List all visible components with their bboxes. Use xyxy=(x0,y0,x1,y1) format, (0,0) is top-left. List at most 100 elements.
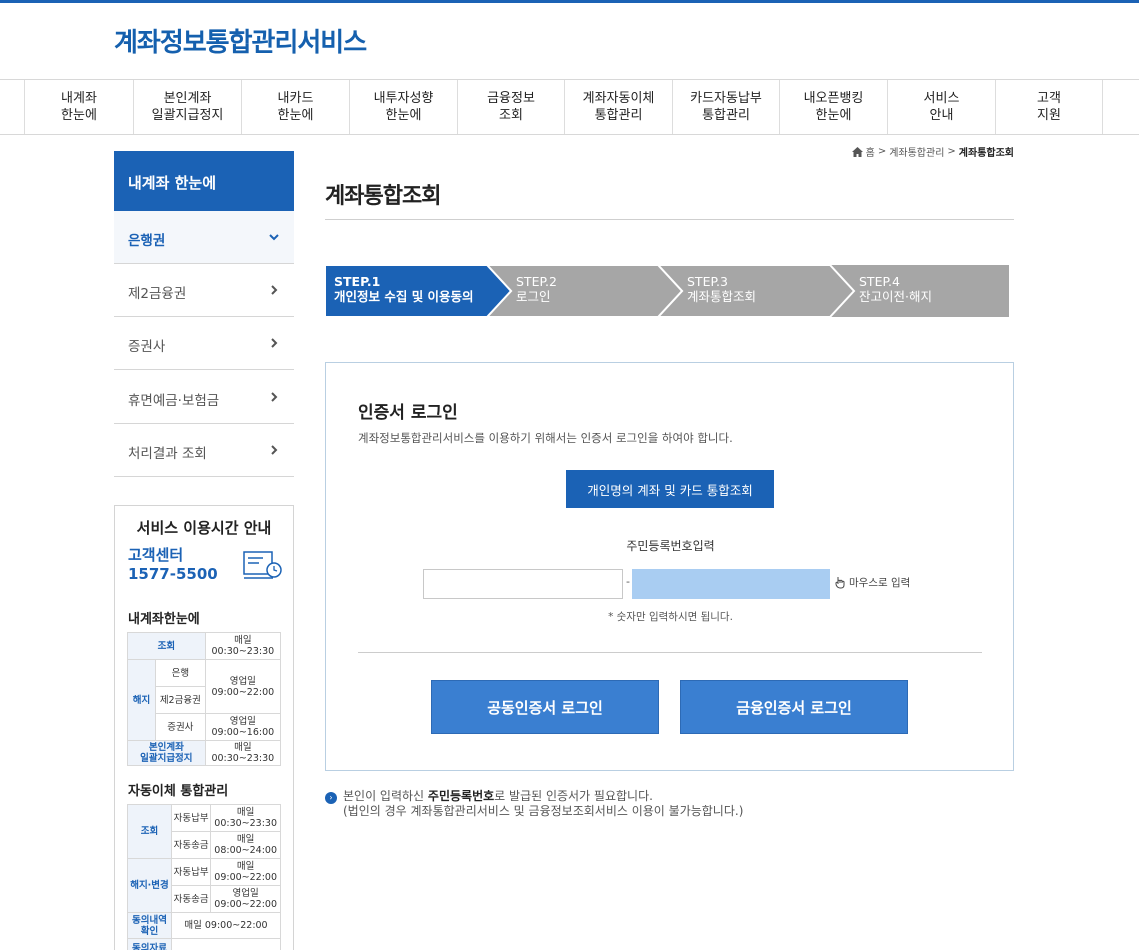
cell-auto-pay2: 자동납부 xyxy=(170,858,212,886)
cell-change: 해지·변경 xyxy=(127,858,172,913)
cell-auto-send2: 자동송금 xyxy=(170,885,212,913)
breadcrumb-current: 계좌통합조회 xyxy=(958,148,1014,159)
mouse-pointer-icon xyxy=(835,577,845,589)
step-1: STEP.1 개인정보 수집 및 이용동의 xyxy=(334,274,474,304)
cell-lookup-time: 매일 00:30~23:30 xyxy=(204,632,282,660)
rrn-note: * 숫자만 입력하시면 됩니다. xyxy=(608,611,733,623)
lnb-item-label: 은행권 xyxy=(128,233,166,249)
chevron-right-icon xyxy=(271,392,278,402)
chevron-right-icon xyxy=(271,445,278,455)
mouse-input-label: 마우스로 입력 xyxy=(849,577,911,589)
lnb-item-dormant[interactable]: 휴면예금·보험금 xyxy=(114,371,294,424)
notice-bold: 주민등록번호 xyxy=(427,789,495,803)
lnb-item-second-tier[interactable]: 제2금융권 xyxy=(114,264,294,317)
chevron-right-icon xyxy=(271,338,278,348)
cell-weekday-time: 영업일 09:00~22:00 xyxy=(204,659,282,714)
step-indicator: STEP.1 개인정보 수집 및 이용동의 STEP.2 로그인 STEP.3 … xyxy=(325,265,1009,317)
cell-auto-pay-time: 매일 00:30~23:30 xyxy=(210,804,281,832)
customer-center-label: 고객센터 xyxy=(128,546,184,564)
breadcrumb-home[interactable]: 홈 xyxy=(866,144,875,159)
breadcrumb-level1[interactable]: 계좌통합관리 xyxy=(889,144,944,159)
breadcrumb: 홈 > 계좌통합관리 > 계좌통합조회 xyxy=(851,144,1014,159)
section-title-accounts: 내계좌한눈에 xyxy=(128,612,200,627)
chevron-down-icon xyxy=(269,234,279,241)
joint-cert-login-button[interactable]: 공동인증서 로그인 xyxy=(431,680,659,734)
step-4: STEP.4 잔고이전·해지 xyxy=(859,274,932,304)
login-divider xyxy=(358,652,982,653)
mouse-input-button[interactable]: 마우스로 입력 xyxy=(835,575,910,590)
cert-login-title: 인증서 로그인 xyxy=(358,403,458,423)
global-nav: 내계좌 한눈에 본인계좌 일괄지급정지 내카드 한눈에 내투자성향 한눈에 금융… xyxy=(0,79,1139,135)
notice: › 본인이 입력하신 주민등록번호로 발급된 인증서가 필요합니다. (법인의 … xyxy=(325,789,743,819)
home-icon xyxy=(851,146,863,157)
cell-consent: 동의내역 확인 xyxy=(127,912,172,939)
title-divider xyxy=(325,219,1014,220)
gnb-item-support[interactable]: 고객 지원 xyxy=(995,80,1102,134)
cell-consent-data-time xyxy=(171,938,281,950)
gnb-item-my-cards[interactable]: 내카드 한눈에 xyxy=(241,80,349,134)
rrn-first-input[interactable] xyxy=(423,569,623,599)
chevron-circle-icon: › xyxy=(325,792,337,804)
cell-lookup: 조회 xyxy=(127,632,206,660)
gnb-item-fin-info[interactable]: 금융정보 조회 xyxy=(457,80,564,134)
service-clock-icon xyxy=(243,551,282,579)
gnb-item-auto-transfer[interactable]: 계좌자동이체 통합관리 xyxy=(564,80,672,134)
cell-bank: 은행 xyxy=(155,659,206,687)
service-time-table-accounts: 조회 매일 00:30~23:30 해지 은행 영업일 09:00~22:00 … xyxy=(127,632,282,766)
page-title: 계좌통합조회 xyxy=(325,184,441,209)
top-accent-line xyxy=(0,0,1139,3)
cell-auto-send-time: 매일 08:00~24:00 xyxy=(210,831,281,859)
notice-suffix: 로 발급된 인증서가 필요합니다. xyxy=(494,789,653,803)
cert-login-box: 인증서 로그인 계좌정보통합관리서비스를 이용하기 위해서는 인증서 로그인을 … xyxy=(325,362,1014,771)
notice-line2: (법인의 경우 계좌통합관리서비스 및 금융정보조회서비스 이용이 불가능합니다… xyxy=(343,804,744,818)
lnb-item-label: 제2금융권 xyxy=(128,286,187,302)
cell-payment-stop: 본인계좌 일괄지급정지 xyxy=(127,740,206,766)
step-3: STEP.3 계좌통합조회 xyxy=(687,274,757,304)
breadcrumb-sep: > xyxy=(947,146,956,157)
lnb-item-label: 휴면예금·보험금 xyxy=(128,393,220,409)
gnb-divider xyxy=(1102,80,1103,134)
cert-login-desc: 계좌정보통합관리서비스를 이용하기 위해서는 인증서 로그인을 하여야 합니다. xyxy=(358,431,733,445)
cell-consent-data: 동의자료 xyxy=(127,938,172,950)
lnb-item-label: 증권사 xyxy=(128,339,166,355)
cell-lookup2: 조회 xyxy=(127,804,172,859)
gnb-item-service-guide[interactable]: 서비스 안내 xyxy=(887,80,995,134)
lnb-item-result[interactable]: 처리결과 조회 xyxy=(114,424,294,477)
personal-inquiry-button[interactable]: 개인명의 계좌 및 카드 통합조회 xyxy=(566,470,774,508)
cell-payment-stop-time: 매일 00:30~23:30 xyxy=(204,740,282,766)
rrn-label: 주민등록번호입력 xyxy=(626,539,715,553)
customer-center-phone: 1577-5500 xyxy=(128,565,218,583)
site-logo[interactable]: 계좌정보통합관리서비스 xyxy=(114,22,367,59)
lnb-item-label: 처리결과 조회 xyxy=(128,446,207,462)
rrn-dash: - xyxy=(626,575,630,588)
cell-consent-time: 매일 09:00~22:00 xyxy=(171,912,281,939)
service-time-table-auto-transfer: 조회 자동납부 매일 00:30~23:30 자동송금 매일 08:00~24:… xyxy=(127,804,281,950)
cell-auto-send2-time: 영업일 09:00~22:00 xyxy=(210,885,281,913)
gnb-item-payment-stop[interactable]: 본인계좌 일괄지급정지 xyxy=(133,80,241,134)
section-title-auto-transfer: 자동이체 통합관리 xyxy=(128,784,229,799)
cell-auto-pay: 자동납부 xyxy=(170,804,212,832)
notice-line1: 본인이 입력하신 주민등록번호로 발급된 인증서가 필요합니다. xyxy=(343,789,743,804)
customer-center: 고객센터 1577-5500 xyxy=(128,546,218,584)
notice-prefix: 본인이 입력하신 xyxy=(343,789,428,803)
gnb-item-card-autopay[interactable]: 카드자동납부 통합관리 xyxy=(672,80,779,134)
cell-second-tier: 제2금융권 xyxy=(155,686,206,714)
service-time-title: 서비스 이용시간 안내 xyxy=(136,519,272,537)
rrn-second-input[interactable] xyxy=(632,569,830,599)
lnb-item-bank[interactable]: 은행권 xyxy=(114,211,294,264)
cell-auto-send: 자동송금 xyxy=(170,831,212,859)
lnb-item-securities[interactable]: 증권사 xyxy=(114,317,294,370)
breadcrumb-sep: > xyxy=(877,146,887,157)
cell-securities-time: 영업일 09:00~16:00 xyxy=(204,713,282,741)
cell-securities: 증권사 xyxy=(155,713,206,741)
gnb-item-open-banking[interactable]: 내오픈뱅킹 한눈에 xyxy=(779,80,887,134)
cell-auto-pay2-time: 매일 09:00~22:00 xyxy=(210,858,281,886)
lnb-title: 내계좌 한눈에 xyxy=(114,151,294,211)
cell-cancel: 해지 xyxy=(127,659,156,741)
gnb-item-my-accounts[interactable]: 내계좌 한눈에 xyxy=(24,80,133,134)
gnb-item-investment[interactable]: 내투자성향 한눈에 xyxy=(349,80,457,134)
chevron-right-icon xyxy=(271,285,278,295)
step-2: STEP.2 로그인 xyxy=(516,274,557,304)
fin-cert-login-button[interactable]: 금융인증서 로그인 xyxy=(680,680,908,734)
service-time-box: 서비스 이용시간 안내 고객센터 1577-5500 내계좌한눈에 조회 매일 … xyxy=(114,505,294,950)
